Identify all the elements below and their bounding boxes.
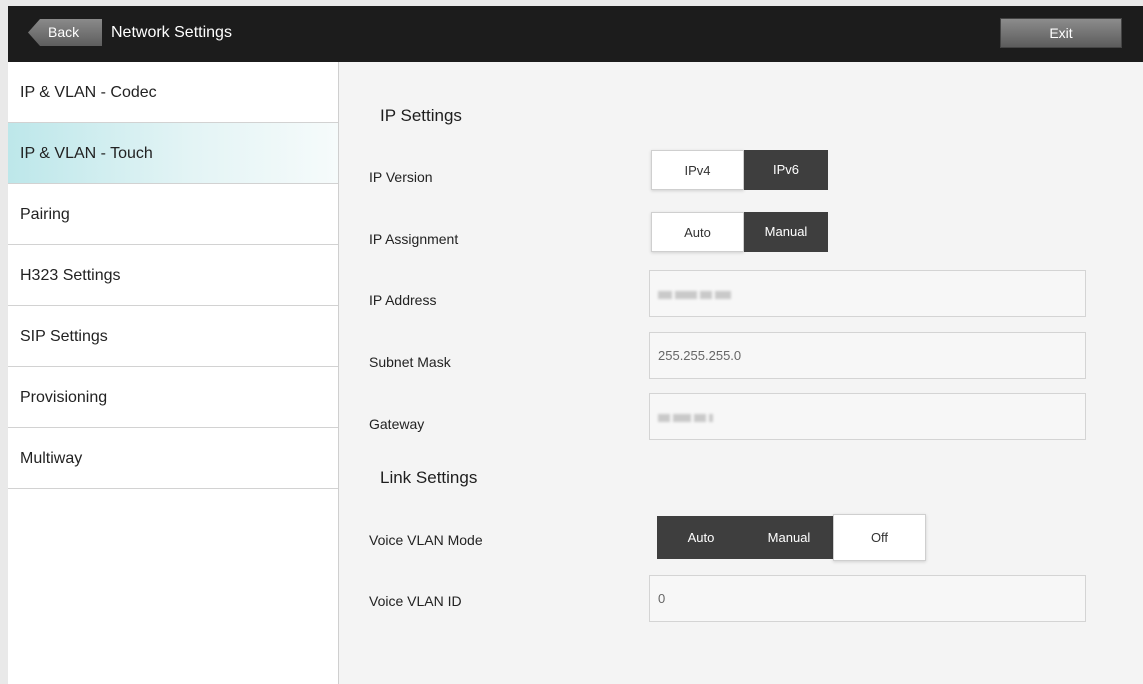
sidebar-item-ip-vlan-touch[interactable]: IP & VLAN - Touch [8,123,338,184]
ip-address-field[interactable] [649,270,1086,317]
back-button[interactable]: Back [28,19,102,46]
redacted-text [709,413,713,422]
ip-version-ipv6-option[interactable]: IPv6 [744,150,828,190]
sidebar-item-ip-vlan-codec[interactable]: IP & VLAN - Codec [8,62,338,123]
ip-version-label: IP Version [369,169,433,185]
sidebar-item-provisioning[interactable]: Provisioning [8,367,338,428]
voice-vlan-id-label: Voice VLAN ID [369,593,462,609]
sidebar: IP & VLAN - Codec IP & VLAN - Touch Pair… [8,62,339,684]
voice-vlan-manual-option[interactable]: Manual [745,516,833,559]
voice-vlan-mode-label: Voice VLAN Mode [369,532,483,548]
link-settings-heading: Link Settings [380,468,478,487]
page-title: Network Settings [111,24,232,41]
sidebar-item-sip-settings[interactable]: SIP Settings [8,306,338,367]
sidebar-item-h323-settings[interactable]: H323 Settings [8,245,338,306]
gateway-label: Gateway [369,416,425,432]
sidebar-item-multiway[interactable]: Multiway [8,428,338,489]
subnet-mask-field[interactable]: 255.255.255.0 [649,332,1086,379]
voice-vlan-off-option[interactable]: Off [833,514,926,561]
redacted-text [700,290,712,299]
settings-panel: IP Settings IP Version IPv4 IPv6 IP Assi… [339,62,1143,684]
voice-vlan-id-field[interactable]: 0 [649,575,1086,622]
top-bar: Back Network Settings Exit [8,6,1143,62]
redacted-text [658,413,670,422]
sidebar-item-pairing[interactable]: Pairing [8,184,338,245]
redacted-text [673,413,691,422]
redacted-text [694,413,706,422]
voice-vlan-mode-toggle: Auto Manual Off [657,514,926,561]
ip-address-label: IP Address [369,292,437,308]
ip-settings-heading: IP Settings [380,106,462,125]
ip-version-toggle: IPv4 IPv6 [651,150,828,190]
ip-version-ipv4-option[interactable]: IPv4 [651,150,744,190]
gateway-field[interactable] [649,393,1086,440]
redacted-text [675,290,697,299]
redacted-text [658,290,672,299]
subnet-mask-label: Subnet Mask [369,354,451,370]
voice-vlan-auto-option[interactable]: Auto [657,516,745,559]
ip-assignment-manual-option[interactable]: Manual [744,212,828,252]
ip-assignment-toggle: Auto Manual [651,212,828,252]
app-window: Back Network Settings Exit IP & VLAN - C… [8,6,1143,684]
ip-assignment-auto-option[interactable]: Auto [651,212,744,252]
exit-button[interactable]: Exit [1000,18,1122,48]
ip-assignment-label: IP Assignment [369,231,459,247]
redacted-text [715,290,731,299]
